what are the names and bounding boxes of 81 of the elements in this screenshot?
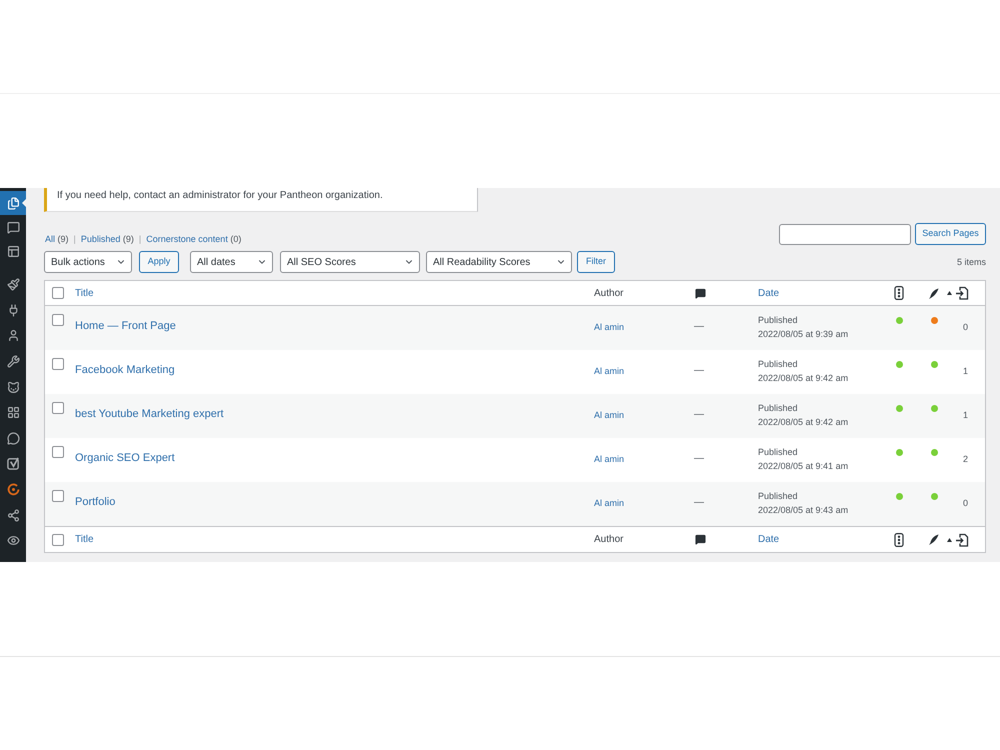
row-checkbox[interactable]: [52, 490, 64, 502]
date-column-link[interactable]: Date: [758, 286, 780, 300]
filter-button[interactable]: Filter: [577, 251, 615, 273]
feather-icon: [928, 534, 939, 545]
seo-scores-dropdown[interactable]: All SEO Scores: [280, 251, 420, 273]
bulk-actions-dropdown[interactable]: Bulk actions: [44, 251, 132, 273]
apply-button[interactable]: Apply: [139, 251, 179, 273]
row-checkbox[interactable]: [52, 402, 64, 414]
eye-icon: [6, 534, 20, 548]
comment-icon: [6, 220, 20, 234]
select-all-checkbox[interactable]: [52, 534, 64, 546]
view-filter-link[interactable]: Published (9): [80, 233, 134, 245]
comment-count-text: —: [694, 409, 704, 420]
row-checkbox[interactable]: [52, 358, 64, 370]
readability-scores-dropdown[interactable]: All Readability Scores: [426, 251, 572, 273]
notice-text: If you need help, contact an administrator for your Pantheon organization.: [57, 189, 384, 203]
link-count-text: 0: [963, 498, 968, 508]
item-count-text: 5 items: [956, 256, 986, 270]
date-text: 2022/08/05 at 9:42 am: [758, 416, 848, 429]
author-link[interactable]: Al amin: [594, 366, 624, 376]
status-text: Published: [758, 402, 798, 415]
page-title-link[interactable]: Portfolio: [75, 496, 116, 508]
user-icon: [6, 329, 20, 342]
page-title-link[interactable]: Home — Front Page: [75, 320, 176, 332]
search-pages-button[interactable]: Search Pages: [915, 223, 986, 245]
comment-icon: [695, 534, 706, 545]
title-column-link[interactable]: Title: [75, 532, 94, 547]
date-text: 2022/08/05 at 9:43 am: [758, 504, 848, 517]
feather-icon: [928, 288, 939, 298]
status-text: Published: [758, 358, 798, 371]
brush-icon: [6, 278, 20, 292]
link-count-text: 0: [963, 322, 968, 332]
sidebar-menu-item[interactable]: [0, 191, 26, 215]
separator-text: |: [74, 233, 76, 245]
author-link[interactable]: Al amin: [594, 498, 624, 508]
grid-icon: [6, 406, 20, 420]
tick-box-icon: [6, 457, 20, 470]
cat-icon: [6, 380, 20, 394]
status-text: Published: [758, 314, 798, 327]
traffic-light-icon: [894, 286, 904, 300]
comment-icon: [695, 288, 706, 298]
chat-bubble-icon: [6, 432, 20, 445]
date-text: 2022/08/05 at 9:39 am: [758, 328, 848, 341]
date-text: 2022/08/05 at 9:41 am: [758, 460, 848, 473]
plug-icon: [6, 304, 20, 317]
author-link[interactable]: Al amin: [594, 454, 624, 464]
document-arrow-icon: [955, 532, 969, 546]
link-count-text: 2: [963, 454, 968, 464]
select-all-checkbox[interactable]: [52, 287, 64, 299]
document-arrow-icon: [955, 286, 969, 300]
link-count-text: 1: [963, 410, 968, 420]
page-title-link[interactable]: best Youtube Marketing expert: [75, 408, 224, 420]
author-link[interactable]: Al amin: [594, 410, 624, 420]
comment-count-text: —: [694, 365, 704, 376]
title-column-link[interactable]: Title: [75, 286, 94, 300]
pages-icon: [6, 196, 20, 210]
comment-count-text: —: [694, 321, 704, 332]
page-title-link[interactable]: Organic SEO Expert: [75, 452, 175, 464]
page-title-link[interactable]: Facebook Marketing: [75, 364, 175, 376]
date-text: 2022/08/05 at 9:42 am: [758, 372, 848, 385]
row-checkbox[interactable]: [52, 446, 64, 458]
author-link[interactable]: Al amin: [594, 322, 624, 332]
search-field[interactable]: [779, 224, 911, 244]
comment-count-text: —: [694, 497, 704, 508]
view-filter-link[interactable]: Cornerstone content (0): [146, 233, 242, 245]
comment-count-text: —: [694, 453, 704, 464]
row-checkbox[interactable]: [52, 314, 64, 326]
status-text: Published: [758, 490, 798, 503]
separator-text: |: [138, 233, 142, 245]
author-column-header: Author: [594, 286, 624, 300]
dates-dropdown[interactable]: All dates: [190, 251, 273, 273]
link-count-text: 1: [963, 366, 968, 376]
view-filter-link[interactable]: All (9): [45, 233, 69, 245]
status-text: Published: [758, 446, 798, 459]
date-column-link[interactable]: Date: [758, 532, 780, 547]
author-column-header: Author: [594, 533, 624, 547]
share-icon: [6, 508, 20, 522]
ring-icon: [6, 483, 20, 496]
traffic-light-icon: [894, 532, 904, 546]
layout-icon: [6, 244, 20, 258]
wrench-icon: [6, 355, 20, 368]
